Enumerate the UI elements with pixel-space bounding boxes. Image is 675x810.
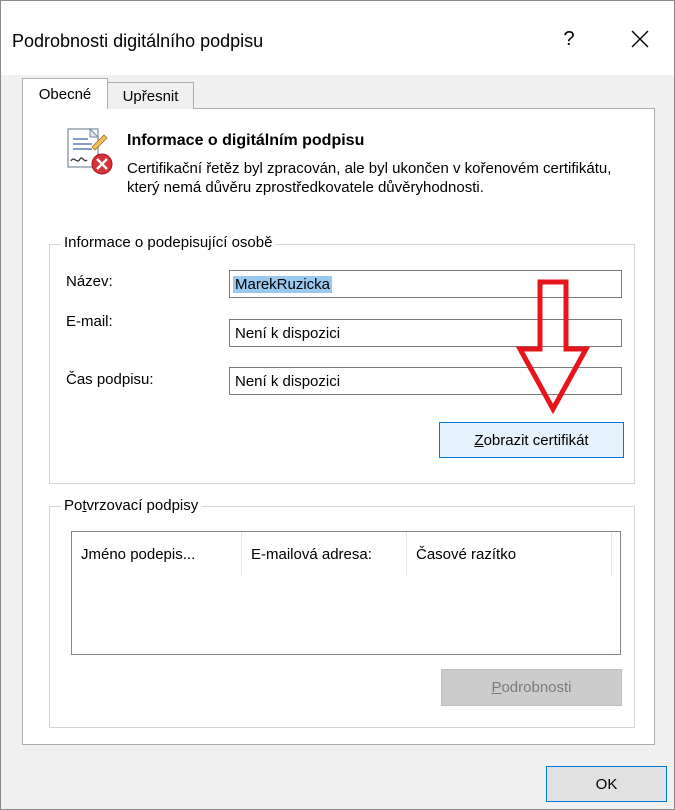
help-icon: ? bbox=[563, 27, 575, 50]
signer-info-group-label: Informace o podepisující osobě bbox=[61, 234, 276, 251]
dialog-window: Podrobnosti digitálního podpisu ? Obecné… bbox=[0, 0, 675, 810]
tab-general[interactable]: Obecné bbox=[22, 78, 108, 109]
details-label: odrobnosti bbox=[501, 679, 572, 696]
signature-error-icon bbox=[67, 127, 113, 175]
name-value: MarekRuzicka bbox=[233, 275, 333, 293]
view-certificate-label: obrazit certifikát bbox=[483, 431, 589, 449]
details-button[interactable]: Podrobnosti bbox=[441, 669, 622, 706]
close-button[interactable] bbox=[618, 19, 662, 59]
ok-label: OK bbox=[595, 775, 618, 793]
title-bar: Podrobnosti digitálního podpisu ? bbox=[1, 1, 674, 75]
column-header-timestamp[interactable]: Časové razítko bbox=[407, 532, 612, 576]
column-header-email[interactable]: E-mailová adresa: bbox=[242, 532, 407, 576]
view-certificate-button[interactable]: Zobrazit certifikát bbox=[439, 422, 624, 458]
tab-advanced[interactable]: Upřesnit bbox=[108, 82, 194, 109]
close-icon bbox=[631, 30, 649, 48]
email-label: E-mail: bbox=[66, 313, 113, 330]
countersignatures-group-label: Potvrzovací podpisy bbox=[61, 497, 202, 514]
view-certificate-accel: Z bbox=[474, 431, 484, 449]
ok-button[interactable]: OK bbox=[546, 766, 667, 802]
signing-time-value: Není k dispozici bbox=[235, 372, 341, 390]
countersignatures-list[interactable]: Jméno podepis... E-mailová adresa: Časov… bbox=[71, 531, 621, 655]
window-title: Podrobnosti digitálního podpisu bbox=[12, 31, 264, 51]
tab-advanced-label: Upřesnit bbox=[122, 87, 179, 105]
email-value: Není k dispozici bbox=[235, 324, 341, 342]
list-header: Jméno podepis... E-mailová adresa: Časov… bbox=[72, 532, 620, 576]
column-header-signer-name[interactable]: Jméno podepis... bbox=[72, 532, 242, 576]
info-title: Informace o digitálním podpisu bbox=[127, 132, 365, 149]
details-accel: P bbox=[491, 679, 502, 696]
info-description: Certifikační řetěz byl zpracován, ale by… bbox=[127, 160, 612, 196]
red-arrow-annotation bbox=[515, 279, 591, 414]
signing-time-label: Čas podpisu: bbox=[66, 371, 154, 388]
name-label: Název: bbox=[66, 273, 113, 290]
help-button[interactable]: ? bbox=[549, 19, 589, 59]
tab-general-label: Obecné bbox=[38, 85, 92, 103]
